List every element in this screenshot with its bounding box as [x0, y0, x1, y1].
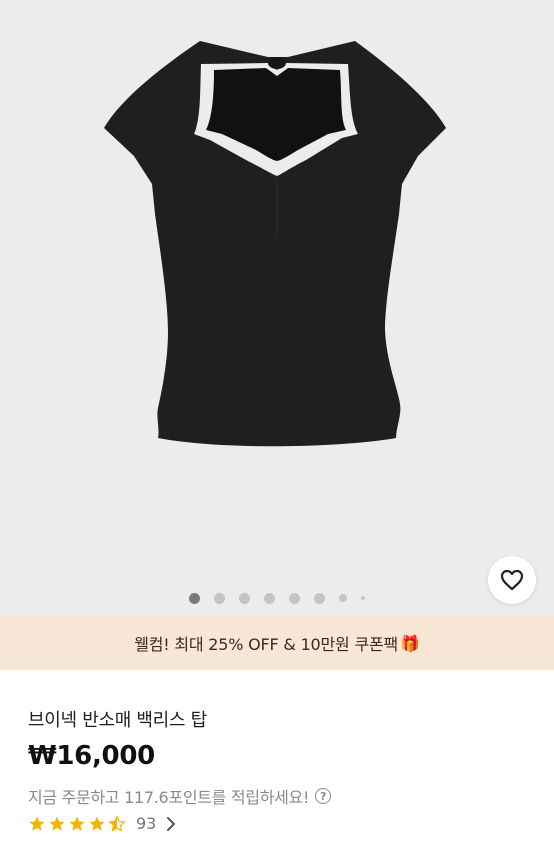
half-star-icon	[108, 815, 126, 831]
points-info: 지금 주문하고 117.6포인트를 적립하세요! ?	[28, 784, 332, 808]
carousel-dot[interactable]	[289, 592, 300, 604]
promo-banner[interactable]: 웰컴! 최대 25% OFF & 10만원 쿠폰팩 🎁	[0, 616, 554, 670]
carousel-dot[interactable]	[239, 592, 250, 604]
carousel-dot[interactable]	[361, 596, 365, 600]
star-icon	[29, 816, 45, 831]
carousel-dot[interactable]	[339, 594, 347, 602]
promo-text: 웰컴! 최대 25% OFF & 10만원 쿠폰팩	[134, 635, 399, 654]
carousel-dot[interactable]	[314, 592, 325, 604]
carousel-dot[interactable]	[264, 592, 275, 604]
rating-row[interactable]: 93	[28, 814, 176, 833]
product-price: ₩16,000	[28, 741, 155, 771]
carousel-dot[interactable]	[189, 592, 200, 604]
product-image[interactable]	[0, 0, 554, 580]
help-icon[interactable]: ?	[315, 788, 332, 804]
heart-outline-icon	[500, 569, 524, 591]
star-icon	[89, 816, 105, 831]
product-title: 브이넥 반소매 백리스 탑	[28, 710, 207, 731]
star-rating	[28, 815, 126, 833]
star-icon	[69, 816, 85, 831]
carousel-dots	[0, 590, 554, 606]
back-knot	[268, 57, 286, 69]
review-count[interactable]: 93	[136, 814, 156, 833]
points-text: 지금 주문하고 117.6포인트를 적립하세요!	[28, 788, 310, 807]
carousel-dot[interactable]	[214, 592, 225, 604]
product-gallery[interactable]	[0, 0, 554, 616]
star-icon	[49, 816, 65, 831]
gift-icon: 🎁	[400, 633, 420, 653]
chevron-right-icon[interactable]	[166, 816, 176, 832]
